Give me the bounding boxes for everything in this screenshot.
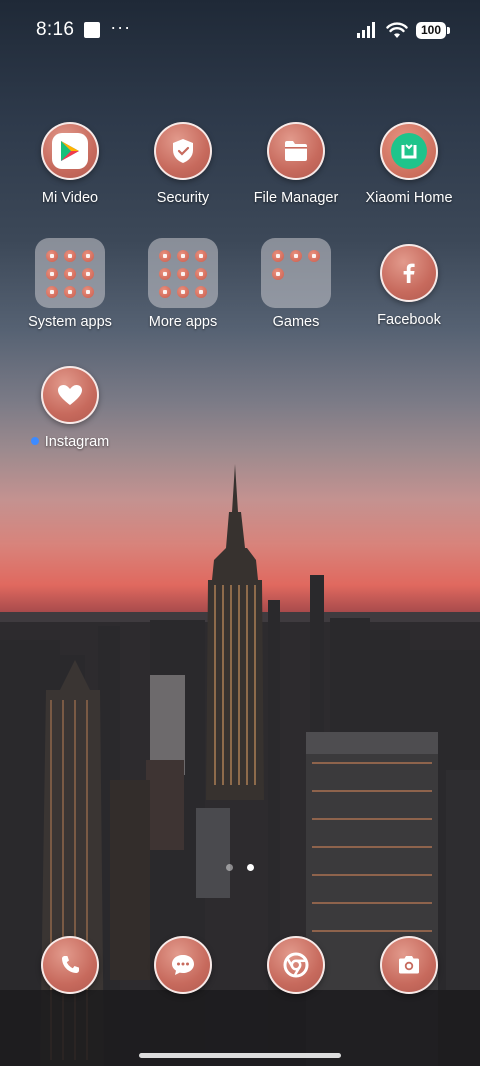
mini-app-icon: [159, 286, 171, 298]
folder-group-icon[interactable]: [35, 238, 105, 308]
play-icon: [52, 133, 88, 169]
more-notifications-icon: ···: [110, 17, 132, 37]
signal-icon: [357, 22, 375, 38]
message-icon: [172, 955, 194, 975]
app-label: Mi Video: [41, 190, 99, 206]
notification-square-icon: [84, 22, 101, 38]
mini-app-icon: [46, 250, 58, 262]
instagram-label: Instagram: [44, 434, 110, 450]
page-dot-1[interactable]: [226, 864, 233, 871]
mini-app-icon: [159, 268, 171, 280]
mini-app-icon: [308, 250, 320, 262]
camera-app-icon[interactable]: [380, 936, 438, 994]
folder-label: Games: [272, 314, 320, 330]
mini-app-icon: [177, 250, 189, 262]
camera-icon: [399, 956, 419, 974]
mini-app-icon: [290, 250, 302, 262]
mini-app-icon: [82, 250, 94, 262]
mi-video-app-icon[interactable]: [41, 122, 99, 180]
heart-icon: [58, 385, 82, 405]
mini-app-icon: [195, 286, 207, 298]
mini-app-icon: [195, 250, 207, 262]
dock-phone[interactable]: [41, 936, 99, 994]
folder-games[interactable]: Games: [240, 238, 352, 330]
dock-chrome[interactable]: [267, 936, 325, 994]
dock-messages[interactable]: [154, 936, 212, 994]
folder-label: System apps: [28, 314, 112, 330]
page-indicator[interactable]: [0, 864, 480, 871]
gesture-home-bar[interactable]: [139, 1053, 341, 1058]
new-install-dot: [30, 437, 39, 446]
messages-app-icon[interactable]: [154, 936, 212, 994]
battery-icon: 100: [416, 21, 450, 39]
page-dot-2-active[interactable]: [247, 864, 254, 871]
app-instagram[interactable]: Instagram: [14, 366, 126, 450]
dock-camera[interactable]: [380, 936, 438, 994]
app-label: File Manager: [253, 190, 339, 206]
instagram-app-icon[interactable]: [41, 366, 99, 424]
mini-app-icon: [64, 268, 76, 280]
facebook-icon: [403, 263, 415, 283]
mini-app-icon: [64, 286, 76, 298]
app-label: Security: [156, 190, 210, 206]
status-bar: 8:16 ··· 100: [0, 0, 480, 60]
app-security[interactable]: Security: [127, 122, 239, 206]
app-label: Xiaomi Home: [365, 190, 453, 206]
mini-app-icon: [272, 250, 284, 262]
folder-group-icon[interactable]: [148, 238, 218, 308]
mini-app-icon: [64, 250, 76, 262]
app-xiaomi-home[interactable]: Xiaomi Home: [353, 122, 465, 206]
folder-system-apps[interactable]: System apps: [14, 238, 126, 330]
mini-app-icon: [46, 286, 58, 298]
app-label: Instagram: [14, 434, 126, 450]
mini-app-icon: [177, 286, 189, 298]
mini-app-icon: [46, 268, 58, 280]
file-manager-app-icon[interactable]: [267, 122, 325, 180]
mini-app-icon: [82, 286, 94, 298]
xiaomi-home-app-icon[interactable]: [380, 122, 438, 180]
mini-app-icon: [159, 250, 171, 262]
phone-icon: [62, 956, 79, 973]
mi-home-icon: [391, 133, 427, 169]
phone-app-icon[interactable]: [41, 936, 99, 994]
mini-app-icon: [272, 268, 284, 280]
shield-check-icon: [173, 139, 193, 163]
app-file-manager[interactable]: File Manager: [240, 122, 352, 206]
mini-app-icon: [82, 268, 94, 280]
app-label: Facebook: [377, 312, 441, 328]
clock: 8:16: [36, 19, 75, 40]
chrome-app-icon[interactable]: [267, 936, 325, 994]
wifi-icon: [386, 21, 408, 38]
facebook-app-icon[interactable]: [380, 244, 438, 302]
security-app-icon[interactable]: [154, 122, 212, 180]
mini-app-icon: [195, 268, 207, 280]
folder-icon: [285, 141, 307, 161]
mini-app-icon: [177, 268, 189, 280]
folder-more-apps[interactable]: More apps: [127, 238, 239, 330]
chrome-icon: [283, 952, 309, 978]
folder-group-icon[interactable]: [261, 238, 331, 308]
app-mi-video[interactable]: Mi Video: [14, 122, 126, 206]
folder-label: More apps: [148, 314, 218, 330]
app-facebook[interactable]: Facebook: [353, 244, 465, 328]
